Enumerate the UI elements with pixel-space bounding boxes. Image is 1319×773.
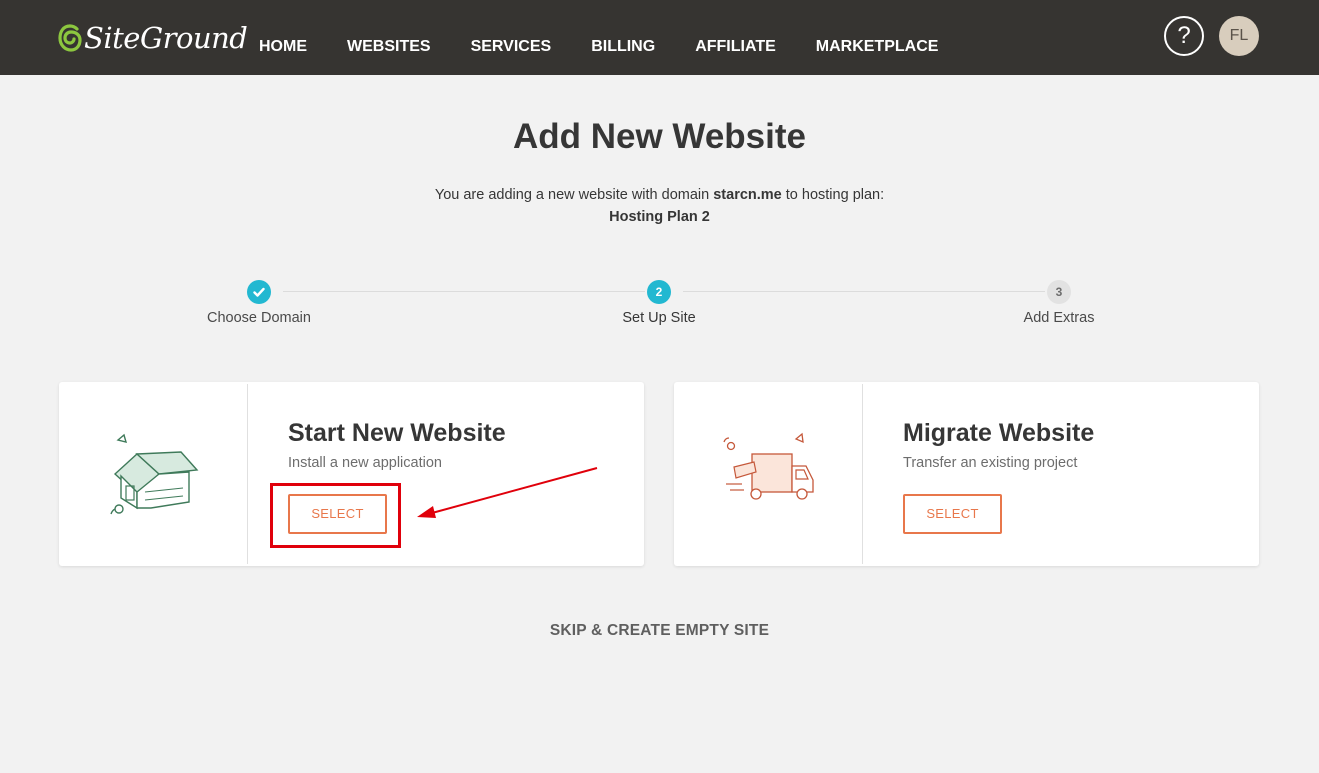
migrate-website-select-button[interactable]: SELECT — [903, 494, 1002, 534]
moving-truck-icon — [723, 432, 814, 500]
step-3-label: Add Extras — [1023, 310, 1095, 326]
subtitle-prefix: You are adding a new website with domain — [434, 187, 710, 203]
skip-create-empty-site-link[interactable]: SKIP & CREATE EMPTY SITE — [0, 622, 1319, 640]
nav-websites[interactable]: WEBSITES — [347, 38, 431, 56]
domain-name: starcn.me — [713, 187, 782, 203]
annotation-highlight-box — [270, 483, 401, 548]
nav-affiliate[interactable]: AFFILIATE — [695, 38, 776, 56]
house-icon — [110, 433, 199, 515]
card-description: Transfer an existing project — [903, 455, 1078, 471]
migrate-website-card: Migrate Website Transfer an existing pro… — [674, 382, 1259, 566]
user-avatar[interactable]: FL — [1219, 16, 1259, 56]
logo-wordmark: SiteGround — [84, 21, 248, 55]
stepper-connector-2 — [683, 291, 1045, 292]
nav-billing[interactable]: BILLING — [591, 38, 655, 56]
annotation-arrow-icon — [417, 467, 598, 518]
card-divider — [247, 384, 248, 564]
top-navigation-bar: SiteGround HOME WEBSITES SERVICES BILLIN… — [0, 0, 1319, 75]
card-divider — [862, 384, 863, 564]
step-1-label: Choose Domain — [207, 310, 311, 326]
page-subtitle: You are adding a new website with domain… — [0, 187, 1319, 203]
step-3-indicator: 3 — [1047, 280, 1071, 304]
step-1-check-icon — [247, 280, 271, 304]
step-2-label: Set Up Site — [622, 310, 696, 326]
nav-home[interactable]: HOME — [259, 38, 307, 56]
siteground-logo-icon — [58, 24, 82, 52]
nav-services[interactable]: SERVICES — [471, 38, 552, 56]
subtitle-suffix: to hosting plan: — [785, 187, 885, 203]
siteground-logo[interactable]: SiteGround — [58, 20, 248, 56]
card-title: Start New Website — [288, 419, 506, 447]
page-title: Add New Website — [512, 117, 806, 156]
hosting-plan-name: Hosting Plan 2 — [609, 209, 710, 225]
step-2-indicator: 2 — [647, 280, 671, 304]
help-button[interactable]: ? — [1164, 16, 1204, 56]
stepper-connector-1 — [283, 291, 645, 292]
card-title: Migrate Website — [903, 419, 1095, 447]
nav-marketplace[interactable]: MARKETPLACE — [816, 38, 939, 56]
main-nav: HOME WEBSITES SERVICES BILLING AFFILIATE… — [259, 38, 978, 56]
